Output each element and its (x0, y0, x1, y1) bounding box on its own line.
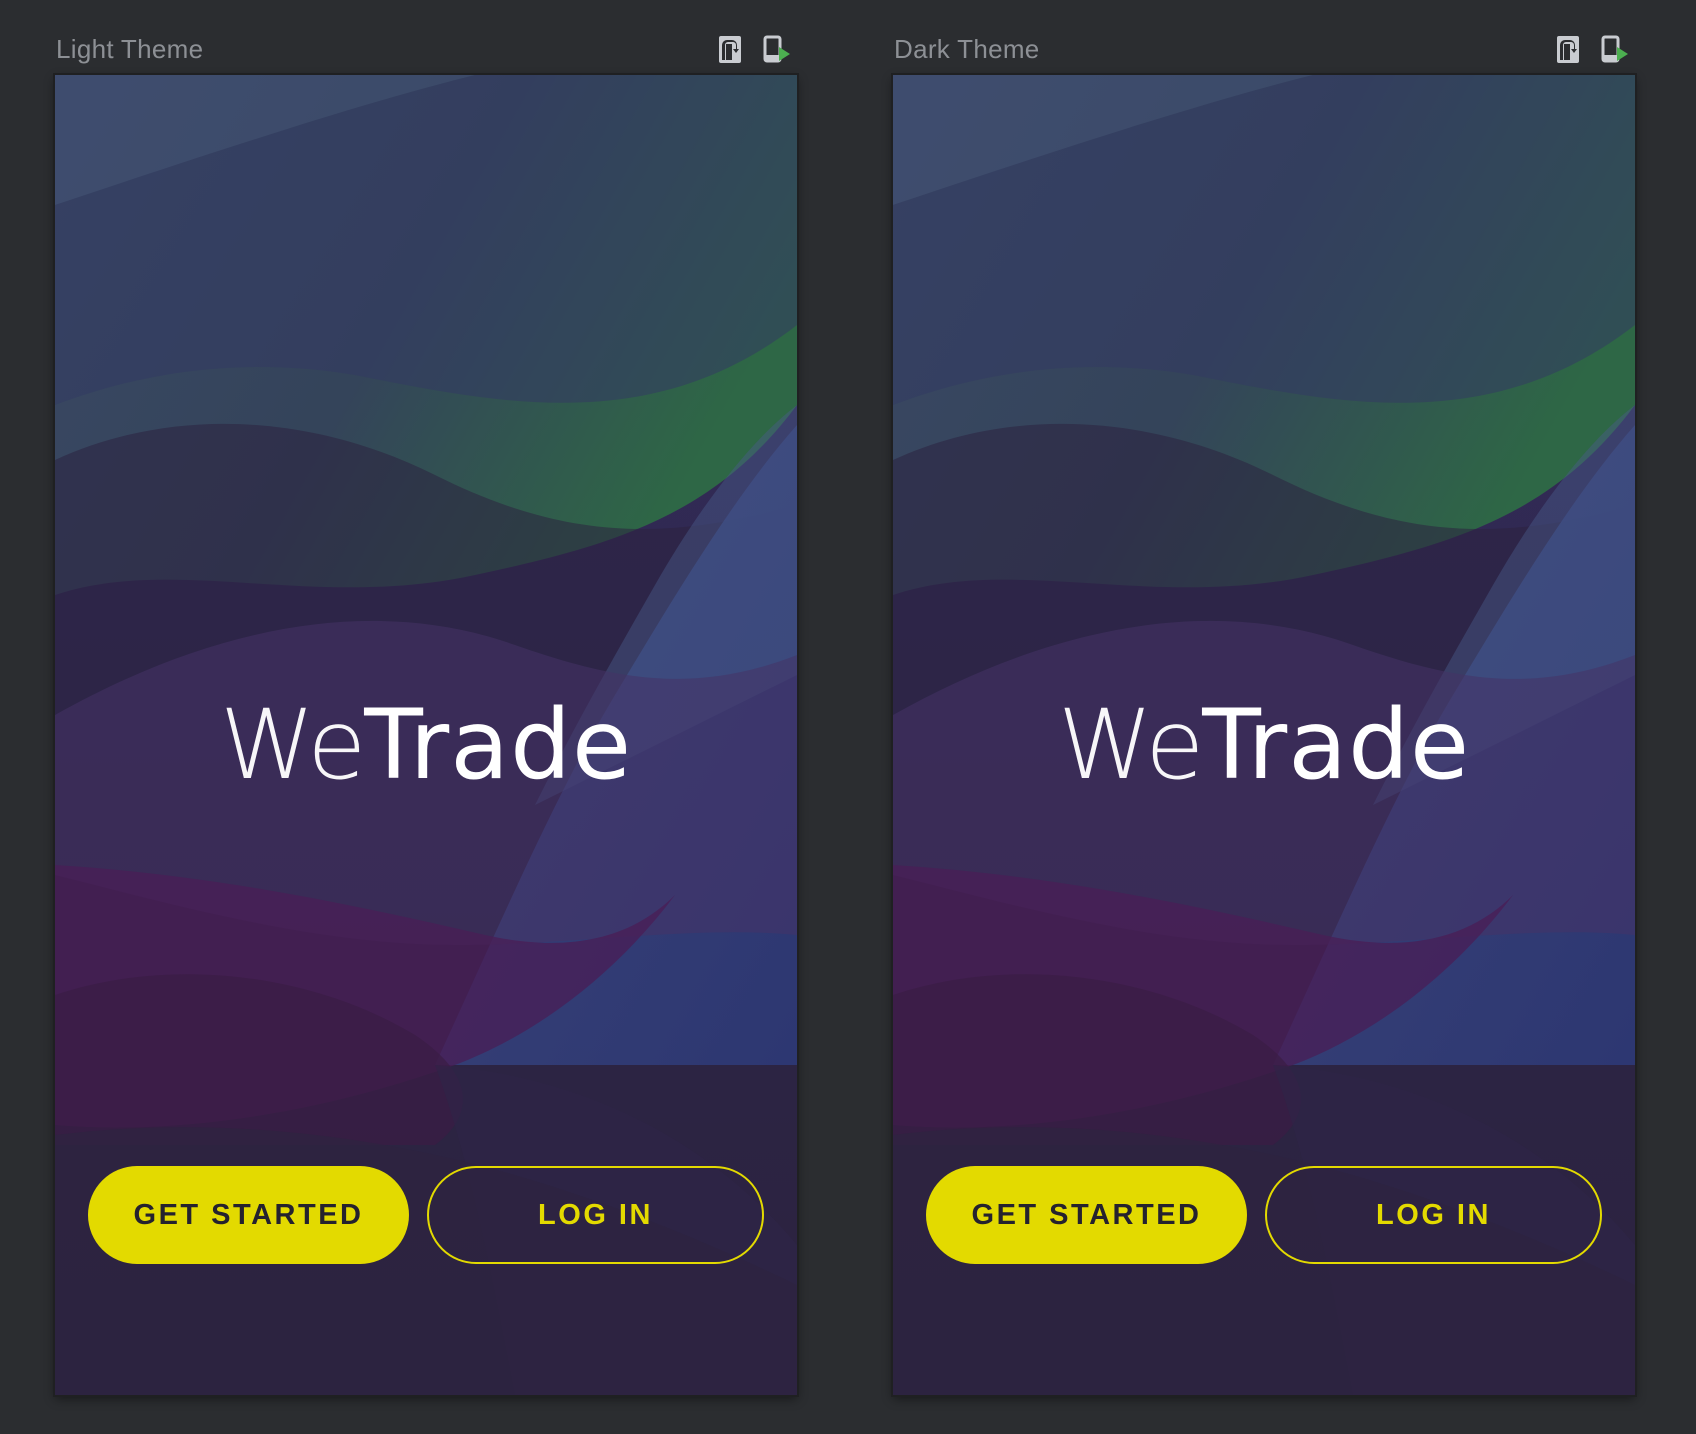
logo-trade: Trade (364, 689, 633, 801)
run-on-device-icon[interactable] (762, 33, 792, 65)
orientation-icon[interactable] (717, 33, 747, 65)
wetrade-logo: WeTrade (55, 690, 797, 800)
get-started-button[interactable]: GET STARTED (88, 1166, 409, 1264)
run-on-device-icon[interactable] (1600, 33, 1630, 65)
log-in-button[interactable]: LOG IN (427, 1166, 764, 1264)
light-theme-preview-pane: Light Theme WeTrade GET STARTED LOG IN (55, 0, 801, 1434)
pane-title: Light Theme (56, 34, 204, 64)
phone-screen: WeTrade GET STARTED LOG IN (893, 75, 1635, 1395)
pane-header: Dark Theme (893, 30, 1639, 70)
logo-we: We (1057, 689, 1204, 801)
logo-we: We (219, 689, 366, 801)
log-in-button[interactable]: LOG IN (1265, 1166, 1602, 1264)
dark-theme-preview-pane: Dark Theme WeTrade GET STARTED LOG IN (893, 0, 1639, 1434)
get-started-button[interactable]: GET STARTED (926, 1166, 1247, 1264)
pane-header: Light Theme (55, 30, 801, 70)
pane-title: Dark Theme (894, 34, 1040, 64)
phone-screen: WeTrade GET STARTED LOG IN (55, 75, 797, 1395)
wetrade-logo: WeTrade (893, 690, 1635, 800)
orientation-icon[interactable] (1555, 33, 1585, 65)
logo-trade: Trade (1202, 689, 1471, 801)
